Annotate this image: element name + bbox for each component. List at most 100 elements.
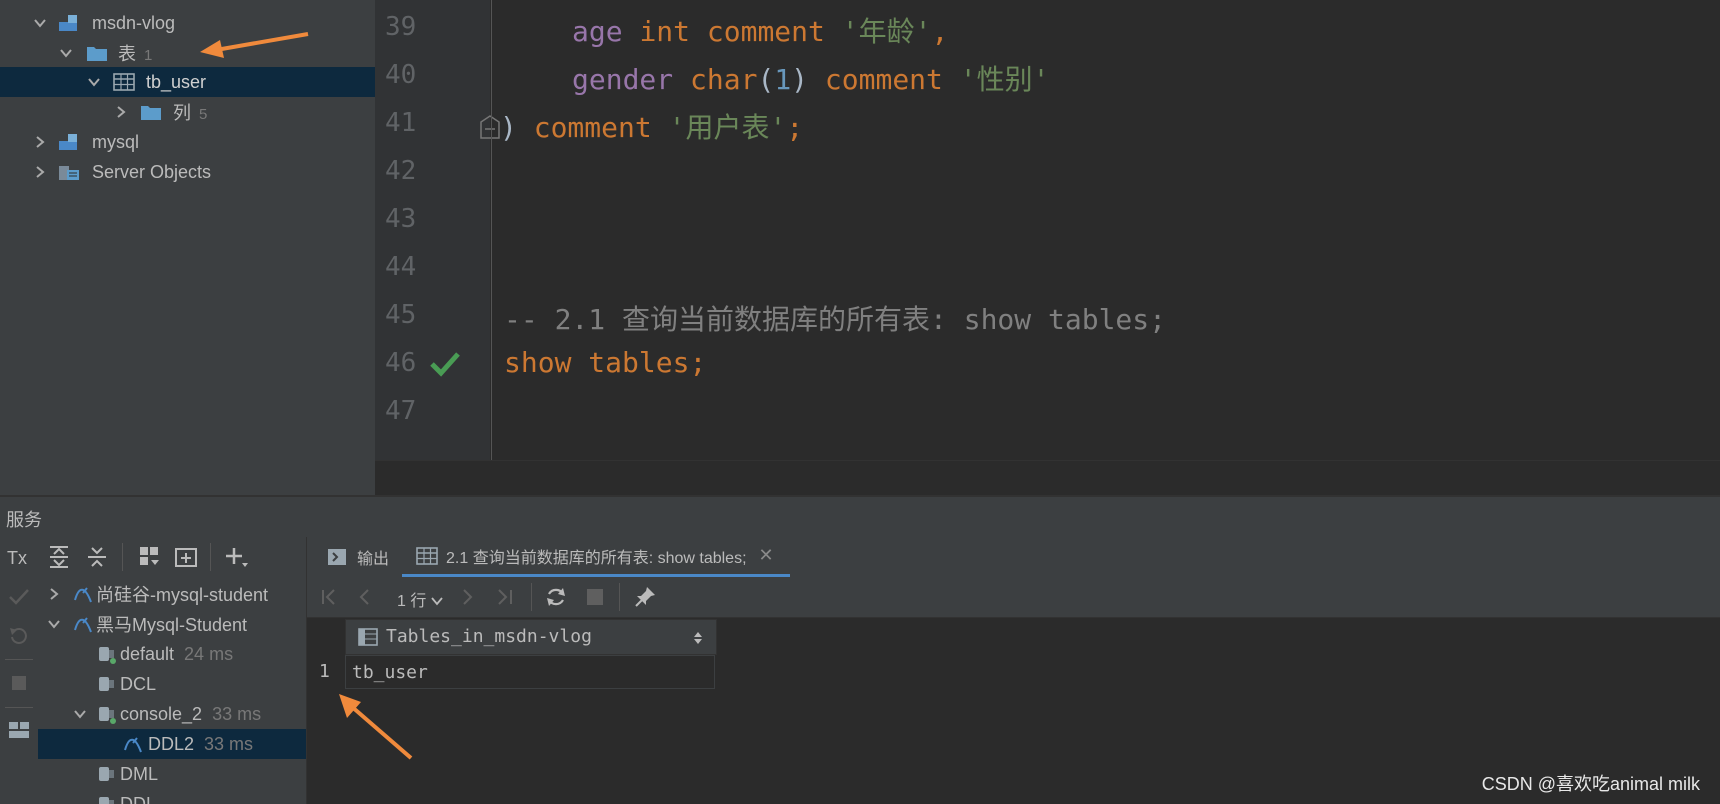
folder-icon xyxy=(140,102,162,122)
tree-item-label: 表1 xyxy=(118,44,153,64)
check-icon xyxy=(430,352,460,377)
service-item-dml[interactable]: DML xyxy=(38,759,306,789)
console-session-icon xyxy=(96,644,118,664)
service-item-label: 尚硅谷-mysql-student xyxy=(96,585,269,605)
add-icon[interactable] xyxy=(224,545,250,569)
sql-editor[interactable]: 39 40 41 42 43 44 45 46 47 age int comme… xyxy=(375,0,1720,460)
expand-all-icon[interactable] xyxy=(48,545,70,569)
console-session-icon xyxy=(96,704,118,724)
tab-label: 输出 xyxy=(357,551,390,568)
line-number: 39 xyxy=(385,12,417,42)
first-page-icon[interactable] xyxy=(319,587,341,607)
refresh-icon[interactable] xyxy=(545,586,567,608)
tree-item-label: mysql xyxy=(92,131,140,152)
tree-item-columns-folder[interactable]: 列5 xyxy=(0,97,375,127)
chevron-down-icon[interactable] xyxy=(86,74,102,90)
next-page-icon[interactable] xyxy=(457,587,477,607)
schema-icon xyxy=(58,13,80,33)
cell-value: tb_user xyxy=(352,662,428,683)
tree-item-label: Server Objects xyxy=(92,161,212,182)
tab-show-tables[interactable]: 2.1 查询当前数据库的所有表: show tables; ✕ xyxy=(402,537,790,577)
tree-item-label: msdn-vlog xyxy=(92,12,176,33)
service-item-sgg[interactable]: 尚硅谷-mysql-student xyxy=(38,579,306,609)
console-session-icon xyxy=(96,674,118,694)
tree-item-server-objects[interactable]: Server Objects xyxy=(0,157,375,187)
service-item-ddl[interactable]: DDL xyxy=(38,789,306,804)
row-count-dropdown[interactable]: 1 行 xyxy=(397,587,443,611)
last-page-icon[interactable] xyxy=(493,587,515,607)
toolbar-divider xyxy=(122,543,123,571)
tab-label: 2.1 查询当前数据库的所有表: show tables; xyxy=(446,549,747,567)
tab-output[interactable]: 输出 xyxy=(327,537,389,577)
chevron-right-icon[interactable] xyxy=(46,586,62,602)
group-by-icon[interactable] xyxy=(138,545,162,569)
pin-icon[interactable] xyxy=(633,585,657,609)
table-icon xyxy=(113,72,135,92)
toolbar-divider xyxy=(5,659,33,660)
line-number: 46 xyxy=(385,348,417,378)
column-header[interactable]: Tables_in_msdn-vlog xyxy=(345,619,717,655)
layout-icon[interactable] xyxy=(7,720,31,740)
gutter-divider xyxy=(491,0,492,460)
chevron-down-icon[interactable] xyxy=(46,616,62,632)
service-item-label: console_2 33 ms xyxy=(120,703,262,724)
tree-item-tb-user[interactable]: tb_user xyxy=(0,67,375,97)
table-icon xyxy=(416,546,438,565)
console-session-icon xyxy=(96,764,118,784)
line-number: 44 xyxy=(385,252,417,282)
service-item-ddl2[interactable]: DDL2 33 ms xyxy=(38,729,306,759)
editor-gutter: 39 40 41 42 43 44 45 46 47 xyxy=(375,0,500,460)
tree-item-mysql[interactable]: mysql xyxy=(0,127,375,157)
code-line-39[interactable]: age int comment '年龄', xyxy=(572,10,948,50)
grid-cell[interactable]: tb_user xyxy=(345,655,715,689)
service-item-label: default 24 ms xyxy=(120,643,234,664)
previous-page-icon[interactable] xyxy=(355,587,375,607)
chevron-down-icon[interactable] xyxy=(32,15,48,31)
toolbar-divider xyxy=(210,543,211,571)
rollback-icon[interactable] xyxy=(8,625,30,647)
close-icon[interactable]: ✕ xyxy=(759,545,774,566)
collapse-all-icon[interactable] xyxy=(86,545,108,569)
chevron-right-icon[interactable] xyxy=(113,104,129,120)
annotation-arrow-icon xyxy=(339,694,413,760)
chevron-right-icon[interactable] xyxy=(32,164,48,180)
tree-item-msdn-vlog[interactable]: msdn-vlog xyxy=(0,8,375,38)
annotation-arrow-icon xyxy=(200,32,309,58)
service-item-dcl[interactable]: DCL xyxy=(38,669,306,699)
code-line-40[interactable]: gender char(1) comment '性别' xyxy=(572,58,1049,98)
code-line-46[interactable]: show tables; xyxy=(504,346,706,379)
stop-icon[interactable] xyxy=(9,673,29,693)
stop-icon[interactable] xyxy=(585,587,605,607)
tree-item-tables-folder[interactable]: 表1 xyxy=(0,38,375,68)
service-item-default[interactable]: default 24 ms xyxy=(38,639,306,669)
services-panel-header: 服务 xyxy=(0,495,1720,537)
folder-icon xyxy=(86,43,108,63)
service-item-label: 黑马Mysql-Student xyxy=(96,615,248,635)
service-item-console-2[interactable]: console_2 33 ms xyxy=(38,699,306,729)
tx-mode-button[interactable]: Tx xyxy=(7,548,27,569)
chevron-down-icon[interactable] xyxy=(58,45,74,61)
fold-marker-icon[interactable] xyxy=(479,114,501,140)
mysql-datasource-icon xyxy=(72,614,94,634)
result-panel: 输出 2.1 查询当前数据库的所有表: show tables; ✕ 1 行 T… xyxy=(307,537,1720,804)
service-item-label: DCL xyxy=(120,673,157,694)
database-tree-panel: msdn-vlog 表1 tb_user 列5 mysql Server Obj… xyxy=(0,0,375,495)
code-line-41[interactable]: ) comment '用户表'; xyxy=(500,106,803,146)
new-tab-icon[interactable] xyxy=(174,545,200,569)
row-number: 1 xyxy=(307,655,345,689)
line-number: 40 xyxy=(385,60,417,90)
code-line-45-comment[interactable]: -- 2.1 查询当前数据库的所有表: show tables; xyxy=(504,298,1166,338)
toolbar-divider xyxy=(619,583,620,611)
services-toolbar xyxy=(38,537,306,578)
commit-icon[interactable] xyxy=(8,587,30,607)
server-objects-icon xyxy=(58,162,80,182)
chevron-right-icon[interactable] xyxy=(32,134,48,150)
service-item-label: DML xyxy=(120,763,159,784)
column-header-label: Tables_in_msdn-vlog xyxy=(386,626,592,647)
service-item-heima[interactable]: 黑马Mysql-Student xyxy=(38,609,306,639)
sort-icon[interactable] xyxy=(692,630,704,646)
line-number: 41 xyxy=(385,108,417,138)
chevron-down-icon[interactable] xyxy=(72,706,88,722)
service-item-label: DDL2 33 ms xyxy=(148,733,254,754)
line-number: 43 xyxy=(385,204,417,234)
